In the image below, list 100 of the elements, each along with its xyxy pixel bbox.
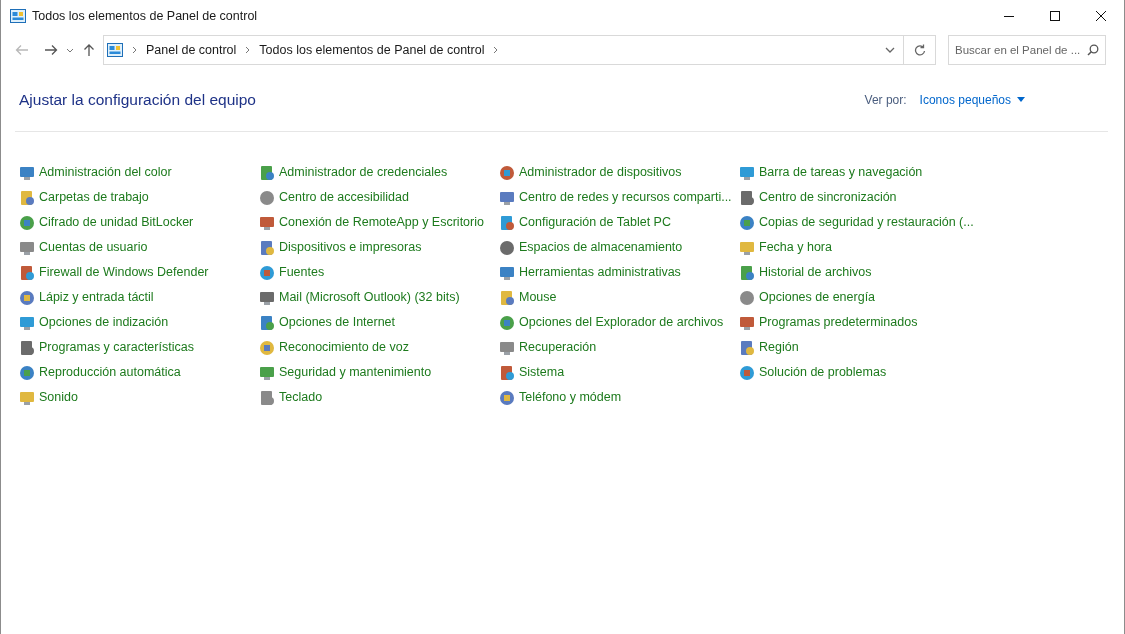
applet-icon: [19, 189, 35, 206]
applet-link[interactable]: Mail (Microsoft Outlook) (32 bits): [279, 288, 460, 307]
applet-icon: [499, 264, 515, 281]
chevron-icon: [245, 46, 251, 54]
applet-link[interactable]: Cuentas de usuario: [39, 238, 148, 257]
applet-link[interactable]: Administrador de credenciales: [279, 163, 448, 182]
applet-link[interactable]: Cifrado de unidad BitLocker: [39, 213, 194, 232]
applet-link[interactable]: Configuración de Tablet PC: [519, 213, 671, 232]
applet-link[interactable]: Centro de accesibilidad: [279, 188, 409, 207]
applet-icon: [499, 214, 515, 231]
applet-link[interactable]: Recuperación: [519, 338, 597, 357]
applet-icon: [19, 164, 35, 181]
applet-link[interactable]: Reproducción automática: [39, 363, 181, 382]
applet-icon: [499, 314, 515, 331]
view-by-label: Ver por:: [864, 91, 907, 109]
applet-link[interactable]: Conexión de RemoteApp y Escritorio: [279, 213, 484, 232]
applet-link[interactable]: Opciones de Internet: [279, 313, 396, 332]
applet-icon: [259, 389, 275, 406]
address-bar[interactable]: Panel de control Todos los elementos de Panel de control: [103, 35, 904, 65]
applet-icon: [499, 389, 515, 406]
applet-icon: [499, 239, 515, 256]
chevron-icon: [132, 46, 137, 54]
applet-link[interactable]: Teléfono y módem: [519, 388, 622, 407]
applet-link[interactable]: Seguridad y mantenimiento: [279, 363, 432, 382]
applet-icon: [499, 189, 515, 206]
applet-icon: [19, 389, 35, 406]
applet-link[interactable]: Programas y características: [39, 338, 194, 357]
applet-icon: [259, 364, 275, 381]
applet-link[interactable]: Sonido: [39, 388, 78, 407]
applet-link[interactable]: Administración del color: [39, 163, 172, 182]
applet-icon: [19, 314, 35, 331]
applet-icon: [259, 214, 275, 231]
applet-link[interactable]: Opciones de indización: [39, 313, 169, 332]
applet-link[interactable]: Centro de redes y recursos comparti...: [519, 188, 732, 207]
applet-icon: [259, 314, 275, 331]
applet-icon: [739, 214, 755, 231]
breadcrumb-item[interactable]: Panel de control: [146, 40, 237, 60]
control-panel-icon: [107, 43, 123, 57]
chevron-icon: [493, 46, 499, 54]
applet-link[interactable]: Región: [759, 338, 799, 357]
applet-icon: [259, 264, 275, 281]
applet-icon: [739, 164, 755, 181]
minimize-icon: [1004, 15, 1014, 17]
maximize-icon: [1050, 11, 1060, 21]
applet-icon: [499, 339, 515, 356]
applet-link[interactable]: Centro de sincronización: [759, 188, 897, 207]
search-icon: [1087, 44, 1099, 56]
page-heading: Ajustar la configuración del equipo: [19, 89, 256, 110]
applet-icon: [739, 314, 755, 331]
refresh-button[interactable]: [904, 35, 936, 65]
applet-icon: [19, 214, 35, 231]
applet-icon: [739, 289, 755, 306]
applet-icon: [739, 364, 755, 381]
chevron-down-icon: [66, 47, 74, 53]
window-title: Todos los elementos de Panel de control: [32, 7, 258, 25]
applet-link[interactable]: Lápiz y entrada táctil: [39, 288, 154, 307]
applet-link[interactable]: Opciones del Explorador de archivos: [519, 313, 724, 332]
applet-link[interactable]: Historial de archivos: [759, 263, 872, 282]
applet-link[interactable]: Reconocimiento de voz: [279, 338, 409, 357]
applet-link[interactable]: Espacios de almacenamiento: [519, 238, 683, 257]
applet-icon: [259, 189, 275, 206]
applet-link[interactable]: Sistema: [519, 363, 565, 382]
applet-link[interactable]: Programas predeterminados: [759, 313, 918, 332]
applet-link[interactable]: Carpetas de trabajo: [39, 188, 149, 207]
applet-link[interactable]: Mouse: [519, 288, 557, 307]
applet-icon: [19, 239, 35, 256]
applet-icon: [19, 364, 35, 381]
applet-link[interactable]: Dispositivos e impresoras: [279, 238, 422, 257]
applet-icon: [739, 339, 755, 356]
applet-icon: [259, 164, 275, 181]
applet-icon: [19, 289, 35, 306]
applet-icon: [19, 339, 35, 356]
applet-icon: [499, 289, 515, 306]
applet-icon: [739, 264, 755, 281]
applet-link[interactable]: Fecha y hora: [759, 238, 832, 257]
applet-link[interactable]: Copias de seguridad y restauración (...: [759, 213, 974, 232]
applet-link[interactable]: Barra de tareas y navegación: [759, 163, 923, 182]
applet-icon: [739, 239, 755, 256]
control-panel-icon: [10, 9, 26, 23]
applet-icon: [19, 264, 35, 281]
applet-icon: [259, 339, 275, 356]
applet-icon: [259, 289, 275, 306]
refresh-icon: [913, 44, 926, 56]
applet-link[interactable]: Fuentes: [279, 263, 325, 282]
applet-link[interactable]: Administrador de dispositivos: [519, 163, 682, 182]
chevron-down-icon: [885, 47, 895, 53]
view-mode-dropdown[interactable]: Iconos pequeños: [919, 90, 1025, 109]
applet-link[interactable]: Solución de problemas: [759, 363, 887, 382]
applet-icon: [739, 189, 755, 206]
close-icon: [1096, 11, 1106, 21]
applet-link[interactable]: Herramientas administrativas: [519, 263, 681, 282]
applet-link[interactable]: Firewall de Windows Defender: [39, 263, 209, 282]
search-field[interactable]: Buscar en el Panel de ...: [948, 35, 1106, 65]
applet-link[interactable]: Teclado: [279, 388, 323, 407]
applet-link[interactable]: Opciones de energía: [759, 288, 876, 307]
applet-icon: [259, 239, 275, 256]
applet-icon: [499, 164, 515, 181]
dropdown-triangle-icon: [1017, 97, 1025, 102]
breadcrumb-item[interactable]: Todos los elementos de Panel de control: [259, 40, 485, 60]
applet-icon: [499, 364, 515, 381]
